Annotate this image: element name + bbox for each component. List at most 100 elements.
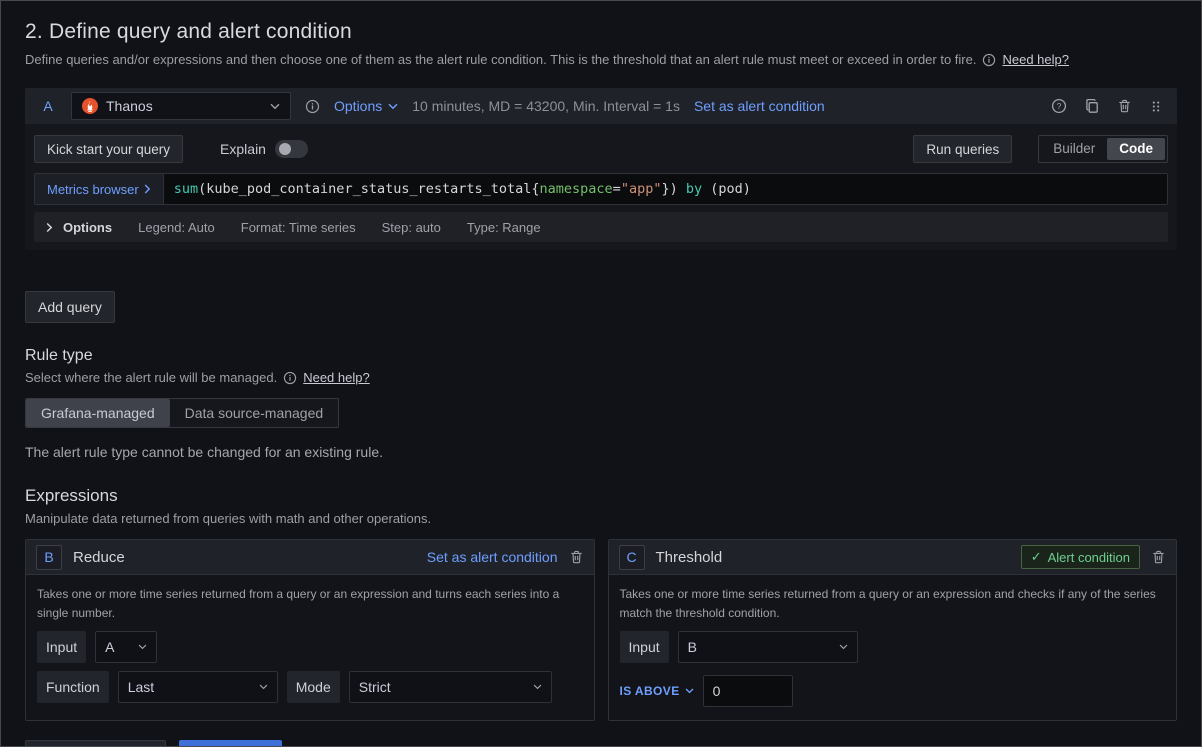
datasource-managed-option[interactable]: Data source-managed xyxy=(170,399,339,427)
expressions-title: Expressions xyxy=(25,486,1177,506)
add-query-button[interactable]: Add query xyxy=(25,291,115,323)
reduce-input-value: A xyxy=(105,639,114,655)
query-editor-row: A Thanos Options 10 minutes, MD = 43200,… xyxy=(25,88,1177,250)
input-label: Input xyxy=(37,631,86,663)
chevron-down-icon xyxy=(270,103,280,110)
code-mode-button[interactable]: Code xyxy=(1107,138,1165,160)
grafana-managed-option[interactable]: Grafana-managed xyxy=(26,399,170,427)
rule-type-need-help-link[interactable]: Need help? xyxy=(303,370,370,385)
input-label: Input xyxy=(620,631,669,663)
chevron-down-icon xyxy=(839,644,848,650)
alert-condition-badge-label: Alert condition xyxy=(1048,550,1130,565)
promql-code-input[interactable]: sum(kube_pod_container_status_restarts_t… xyxy=(163,174,1167,204)
toggle-knob xyxy=(279,143,291,155)
promql-expression: sum(kube_pod_container_status_restarts_t… xyxy=(174,181,751,197)
rule-type-section: Rule type Select where the alert rule wi… xyxy=(25,347,1177,460)
chevron-right-icon xyxy=(144,184,151,194)
reduce-function-select[interactable]: Last xyxy=(118,671,278,703)
expressions-subtitle: Manipulate data returned from queries wi… xyxy=(25,511,1177,526)
page-title: 2. Define query and alert condition xyxy=(25,20,1177,44)
query-meta-summary: 10 minutes, MD = 43200, Min. Interval = … xyxy=(412,98,680,114)
explain-control: Explain xyxy=(220,140,308,158)
run-queries-button[interactable]: Run queries xyxy=(913,135,1012,163)
prometheus-icon xyxy=(82,98,98,114)
query-ref-id: A xyxy=(39,98,57,114)
duplicate-icon[interactable] xyxy=(1084,98,1100,114)
kick-start-query-button[interactable]: Kick start your query xyxy=(34,135,183,163)
expression-title: Threshold xyxy=(656,549,723,566)
query-options-toggle[interactable]: Options xyxy=(334,98,398,114)
editor-mode-switch: Builder Code xyxy=(1038,135,1168,163)
query-header-actions: ? xyxy=(1051,98,1163,114)
builder-mode-button[interactable]: Builder xyxy=(1041,138,1107,160)
legend-option: Legend: Auto xyxy=(138,220,215,235)
threshold-value-input[interactable] xyxy=(703,675,793,707)
page-subtitle-text: Define queries and/or expressions and th… xyxy=(25,52,976,67)
expression-description: Takes one or more time series returned f… xyxy=(620,585,1166,622)
threshold-operator-select[interactable]: IS ABOVE xyxy=(620,684,694,698)
need-help-link[interactable]: Need help? xyxy=(1002,52,1069,67)
set-alert-condition-link[interactable]: Set as alert condition xyxy=(694,98,825,114)
check-icon: ✓ xyxy=(1031,549,1042,565)
type-option: Type: Range xyxy=(467,220,541,235)
mode-label: Mode xyxy=(287,671,340,703)
chevron-right-icon xyxy=(46,222,53,233)
chevron-down-icon xyxy=(259,684,268,690)
expression-cards: B Reduce Set as alert condition Takes on… xyxy=(25,539,1177,721)
info-circle-icon xyxy=(982,53,996,67)
page-subtitle: Define queries and/or expressions and th… xyxy=(25,52,1177,67)
options-bar-label: Options xyxy=(63,220,112,235)
rule-type-title: Rule type xyxy=(25,347,1177,365)
explain-toggle[interactable] xyxy=(275,140,308,158)
trash-icon[interactable] xyxy=(1117,98,1132,114)
trash-icon[interactable] xyxy=(569,549,584,565)
info-circle-icon xyxy=(283,371,297,385)
trash-icon[interactable] xyxy=(1151,549,1166,565)
reduce-input-select[interactable]: A xyxy=(95,631,157,663)
query-options-bar: Options Legend: Auto Format: Time series… xyxy=(34,212,1168,242)
reduce-card-header: B Reduce Set as alert condition xyxy=(26,540,594,575)
query-toolbar: Kick start your query Explain Run querie… xyxy=(34,135,1168,163)
reduce-expression-card: B Reduce Set as alert condition Takes on… xyxy=(25,539,595,721)
query-options-collapse[interactable]: Options xyxy=(46,220,112,235)
query-row-header: A Thanos Options 10 minutes, MD = 43200,… xyxy=(25,88,1177,124)
chevron-down-icon xyxy=(685,688,694,694)
help-circle-icon[interactable]: ? xyxy=(1051,98,1067,114)
rule-type-subtitle-text: Select where the alert rule will be mana… xyxy=(25,370,277,385)
rule-type-radio-group: Grafana-managed Data source-managed xyxy=(25,398,339,428)
reduce-mode-value: Strict xyxy=(359,679,391,695)
threshold-input-select[interactable]: B xyxy=(678,631,858,663)
datasource-picker[interactable]: Thanos xyxy=(71,92,291,120)
expression-ref-id: B xyxy=(36,545,62,570)
add-expression-button[interactable]: Add expression xyxy=(25,740,166,747)
rule-type-note: The alert rule type cannot be changed fo… xyxy=(25,444,1177,460)
expression-description: Takes one or more time series returned f… xyxy=(37,585,583,622)
info-circle-icon xyxy=(305,99,320,114)
drag-handle-icon[interactable] xyxy=(1149,99,1163,114)
query-editor-body: Kick start your query Explain Run querie… xyxy=(25,124,1177,250)
threshold-card-body: Takes one or more time series returned f… xyxy=(609,575,1177,720)
threshold-operator-label: IS ABOVE xyxy=(620,684,680,698)
reduce-mode-select[interactable]: Strict xyxy=(349,671,552,703)
datasource-name: Thanos xyxy=(106,98,153,114)
metrics-browser-link[interactable]: Metrics browser xyxy=(35,174,163,204)
step-option: Step: auto xyxy=(382,220,441,235)
preview-button[interactable]: Preview xyxy=(179,740,283,747)
threshold-card-header: C Threshold ✓ Alert condition xyxy=(609,540,1177,575)
promql-editor: Metrics browser sum(kube_pod_container_s… xyxy=(34,173,1168,205)
footer-actions: Add expression Preview xyxy=(25,740,1177,747)
svg-text:?: ? xyxy=(1057,101,1062,111)
expression-ref-id: C xyxy=(619,545,645,570)
alert-rule-query-step: 2. Define query and alert condition Defi… xyxy=(0,0,1202,747)
rule-type-subtitle: Select where the alert rule will be mana… xyxy=(25,370,1177,385)
reduce-card-body: Takes one or more time series returned f… xyxy=(26,575,594,716)
explain-label: Explain xyxy=(220,141,266,157)
expression-title: Reduce xyxy=(73,549,125,566)
set-alert-condition-link[interactable]: Set as alert condition xyxy=(427,549,558,565)
threshold-expression-card: C Threshold ✓ Alert condition Takes one … xyxy=(608,539,1178,721)
metrics-browser-label: Metrics browser xyxy=(47,182,139,197)
function-label: Function xyxy=(37,671,109,703)
chevron-down-icon xyxy=(388,103,398,110)
chevron-down-icon xyxy=(533,684,542,690)
chevron-down-icon xyxy=(138,644,147,650)
